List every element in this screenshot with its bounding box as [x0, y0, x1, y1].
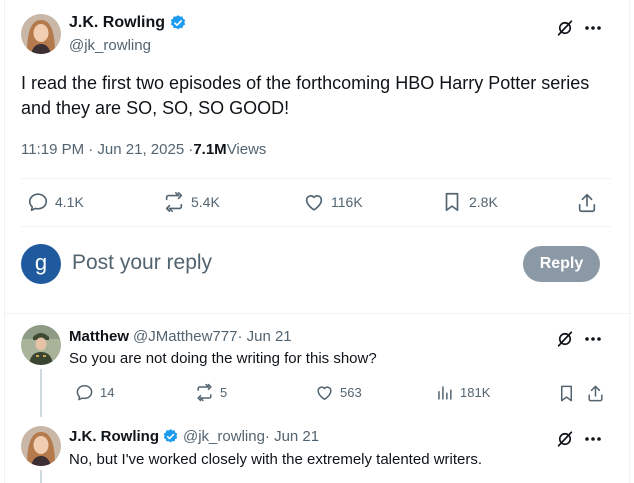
divider	[5, 313, 631, 314]
grok-icon[interactable]	[554, 428, 576, 450]
repost-icon	[163, 191, 185, 213]
reply-count: 14	[100, 385, 115, 400]
views-count: 7.1M	[193, 141, 227, 158]
grok-icon[interactable]	[554, 328, 576, 350]
more-icon[interactable]	[582, 328, 604, 350]
author-handle[interactable]: @jk_rowling	[69, 37, 151, 54]
reply-author-handle[interactable]: @JMatthew777	[133, 328, 237, 345]
thread-connector	[40, 369, 42, 417]
repost-icon	[195, 383, 214, 402]
share-icon[interactable]	[585, 383, 605, 403]
divider	[21, 226, 611, 227]
more-icon[interactable]	[582, 428, 604, 450]
reply-date[interactable]: · Jun 21	[265, 428, 319, 445]
like-action[interactable]: 563	[315, 383, 362, 402]
like-count: 563	[340, 385, 362, 400]
divider	[21, 178, 611, 179]
reply-author-avatar[interactable]	[21, 325, 61, 365]
bookmark-count: 2.8K	[469, 194, 498, 210]
reply-count: 4.1K	[55, 194, 84, 210]
repost-action[interactable]: 5	[195, 383, 227, 402]
verified-badge-icon	[162, 428, 179, 445]
reply-author-handle[interactable]: @jk_rowling	[183, 428, 265, 445]
reply-author-name[interactable]: J.K. Rowling	[69, 428, 159, 445]
reply-action[interactable]: 14	[75, 383, 114, 402]
views-icon	[435, 383, 454, 402]
bookmark-icon[interactable]	[556, 383, 576, 403]
views-label: Views	[226, 141, 267, 158]
reply-author-name[interactable]: Matthew	[69, 328, 129, 345]
post-text: I read the first two episodes of the for…	[21, 73, 590, 118]
views-action[interactable]: 181K	[435, 383, 490, 402]
thread-connector	[40, 470, 42, 483]
reply-date[interactable]: · Jun 21	[237, 328, 291, 345]
reply-button[interactable]: Reply	[523, 246, 600, 282]
repost-count: 5	[220, 385, 228, 400]
like-icon	[315, 383, 334, 402]
repost-count: 5.4K	[191, 194, 220, 210]
reply-icon	[75, 383, 94, 402]
reply-action[interactable]: 4.1K	[27, 191, 84, 213]
views-count: 181K	[460, 385, 491, 400]
post-thread-panel: J.K. Rowling @jk_rowling I read the firs…	[4, 0, 631, 483]
repost-action[interactable]: 5.4K	[163, 191, 220, 213]
verified-badge-icon	[169, 14, 187, 32]
bookmark-icon	[441, 191, 463, 213]
post-timestamp[interactable]: 11:19 PM · Jun 21, 2025 ·	[21, 141, 193, 158]
reply-icon	[27, 191, 49, 213]
reply-author-avatar[interactable]	[21, 426, 61, 466]
grok-icon[interactable]	[554, 17, 576, 39]
author-avatar[interactable]	[21, 14, 61, 54]
more-icon[interactable]	[582, 17, 604, 39]
composer-avatar-letter: g	[34, 249, 48, 275]
like-action[interactable]: 116K	[303, 191, 363, 213]
composer-avatar: g	[21, 244, 61, 284]
author-name[interactable]: J.K. Rowling	[69, 14, 165, 32]
like-icon	[303, 191, 325, 213]
reply-input[interactable]: Post your reply	[72, 251, 492, 275]
reply-text: No, but I've worked closely with the ext…	[69, 451, 483, 468]
bookmark-action[interactable]: 2.8K	[441, 191, 498, 213]
reply-text: So you are not doing the writing for thi…	[69, 350, 377, 367]
share-icon[interactable]	[575, 191, 599, 215]
like-count: 116K	[331, 194, 363, 210]
